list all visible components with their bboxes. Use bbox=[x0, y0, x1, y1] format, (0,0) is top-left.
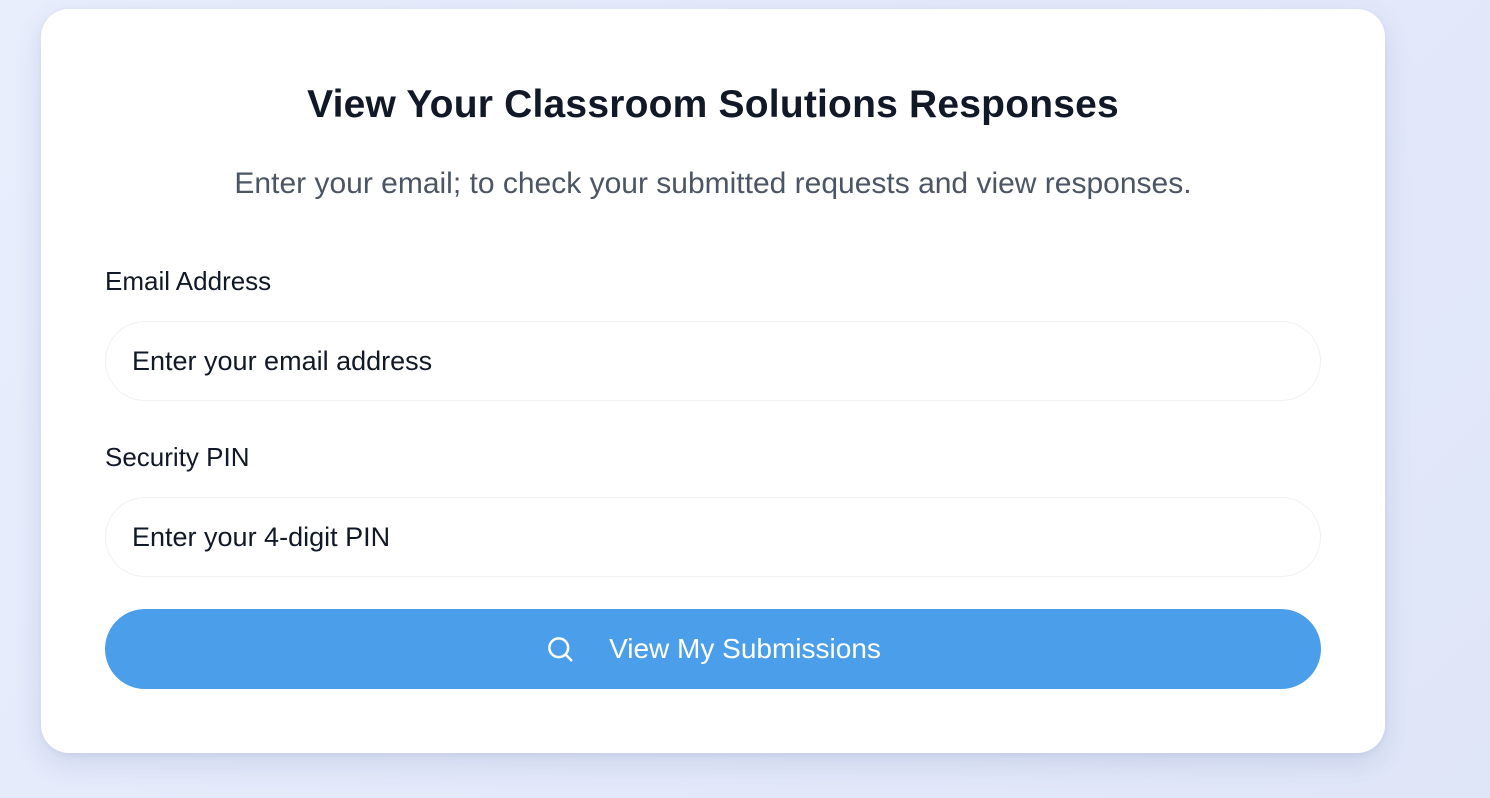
lookup-card: View Your Classroom Solutions Responses … bbox=[41, 9, 1385, 753]
pin-label: Security PIN bbox=[105, 442, 250, 472]
page-subtitle: Enter your email; to check your submitte… bbox=[234, 167, 1192, 200]
search-icon bbox=[545, 634, 575, 664]
view-submissions-button[interactable]: View My Submissions bbox=[105, 609, 1321, 689]
pin-field[interactable] bbox=[105, 497, 1321, 577]
email-field[interactable] bbox=[105, 321, 1321, 401]
email-label: Email Address bbox=[105, 266, 272, 296]
view-submissions-label: View My Submissions bbox=[609, 633, 881, 664]
page-title: View Your Classroom Solutions Responses bbox=[307, 83, 1119, 126]
